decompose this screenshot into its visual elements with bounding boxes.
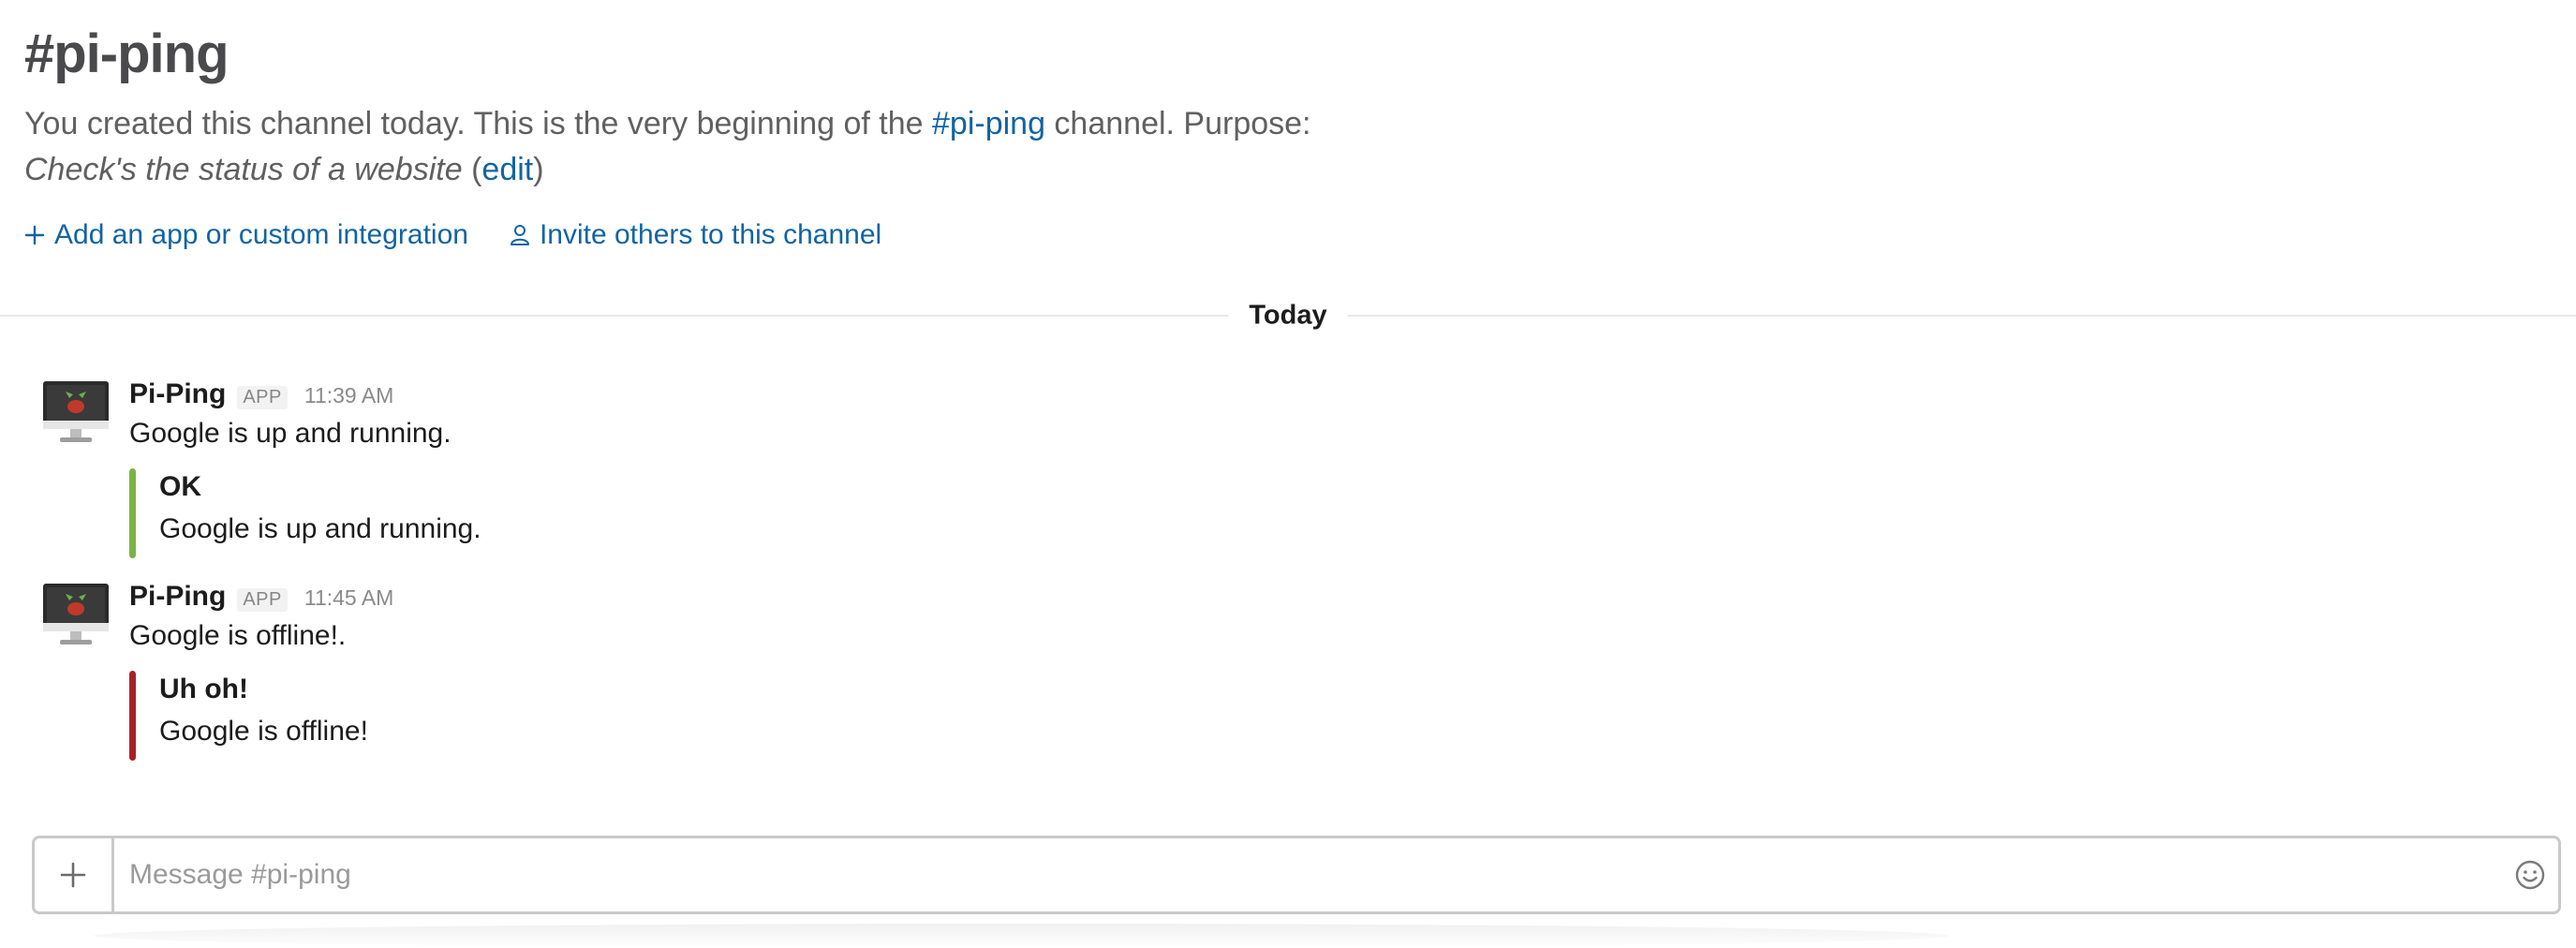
intro-actions: Add an app or custom integration Invite … bbox=[24, 219, 1429, 251]
invite-link[interactable]: Invite others to this channel bbox=[510, 219, 881, 251]
add-app-label: Add an app or custom integration bbox=[54, 219, 468, 250]
attachment-text: Google is up and running. bbox=[159, 513, 481, 544]
attachment-color-bar bbox=[129, 671, 136, 761]
intro-suffix: channel. Purpose: bbox=[1044, 106, 1311, 141]
message-body: Pi-Ping APP 11:39 AM Google is up and ru… bbox=[129, 378, 481, 558]
message-body: Pi-Ping APP 11:45 AM Google is offline!.… bbox=[129, 581, 393, 761]
composer-plus-button[interactable] bbox=[35, 838, 114, 911]
app-badge: APP bbox=[237, 386, 288, 409]
day-divider-label[interactable]: Today bbox=[1228, 300, 1348, 332]
message-text: Google is offline!. bbox=[129, 620, 347, 651]
attachment-title: OK bbox=[159, 471, 201, 502]
channel-intro-text: You created this channel today. This is … bbox=[24, 101, 1429, 193]
computer-monitor-icon[interactable] bbox=[41, 581, 111, 650]
composer-shadow bbox=[94, 924, 1948, 948]
add-app-link[interactable]: Add an app or custom integration bbox=[24, 219, 468, 251]
edit-close-paren: ) bbox=[533, 152, 544, 187]
message-composer bbox=[32, 836, 2561, 914]
computer-monitor-icon[interactable] bbox=[41, 378, 111, 448]
day-divider: Today bbox=[0, 300, 2576, 332]
message-text: Google is up and running. bbox=[129, 418, 452, 449]
attachment-color-bar bbox=[129, 468, 136, 558]
smiley-icon bbox=[2515, 860, 2545, 890]
message-header: Pi-Ping APP 11:45 AM bbox=[129, 581, 393, 615]
intro-prefix: You created this channel today. This is … bbox=[24, 106, 932, 141]
message-attachment: OK Google is up and running. bbox=[129, 468, 481, 558]
emoji-button[interactable] bbox=[2502, 838, 2558, 911]
message-timestamp[interactable]: 11:39 AM bbox=[304, 383, 393, 408]
message-timestamp[interactable]: 11:45 AM bbox=[304, 585, 393, 611]
sender-name[interactable]: Pi-Ping bbox=[129, 581, 226, 613]
app-badge: APP bbox=[237, 588, 288, 612]
plus-icon bbox=[24, 225, 45, 245]
edit-purpose-link[interactable]: edit bbox=[481, 152, 533, 187]
person-icon bbox=[510, 225, 529, 245]
attachment-title: Uh oh! bbox=[159, 674, 248, 704]
invite-label: Invite others to this channel bbox=[539, 219, 882, 250]
edit-open-paren: ( bbox=[462, 152, 482, 187]
plus-icon bbox=[60, 862, 86, 888]
message-input[interactable] bbox=[114, 858, 2502, 892]
message-attachment: Uh oh! Google is offline! bbox=[129, 671, 393, 761]
sender-name[interactable]: Pi-Ping bbox=[129, 378, 226, 410]
channel-title: #pi-ping bbox=[24, 23, 229, 84]
channel-link[interactable]: #pi-ping bbox=[932, 106, 1045, 141]
channel-intro: #pi-ping You created this channel today.… bbox=[24, 17, 1429, 251]
message-header: Pi-Ping APP 11:39 AM bbox=[129, 378, 481, 412]
channel-purpose: Check's the status of a website bbox=[24, 152, 463, 187]
attachment-text: Google is offline! bbox=[159, 716, 368, 747]
